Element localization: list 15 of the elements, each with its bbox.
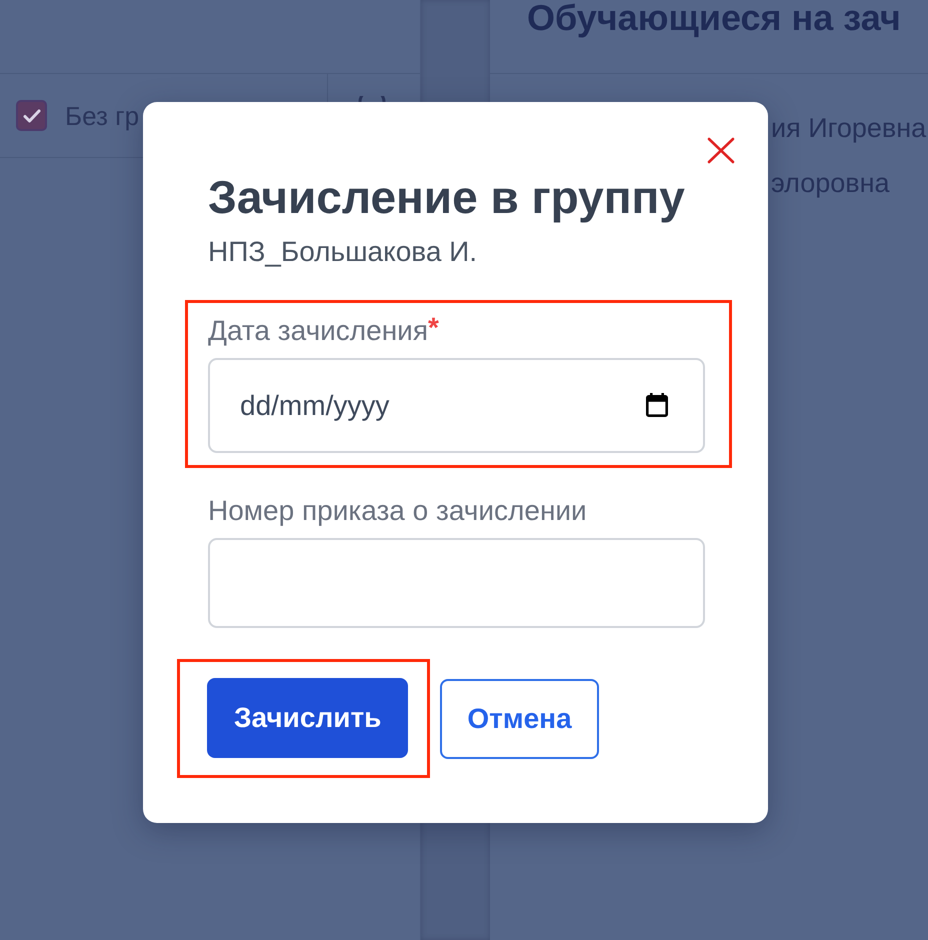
panel-title: Обучающиеся на зач (527, 0, 901, 36)
check-icon (22, 108, 40, 124)
calendar-icon[interactable] (646, 393, 668, 417)
field-label: Номер приказа о зачислении (208, 494, 587, 528)
cancel-button[interactable]: Отмена (440, 678, 599, 758)
checkbox[interactable] (16, 100, 47, 131)
input-field[interactable] (208, 538, 705, 628)
date-field[interactable]: dd/mm/yyyy (208, 358, 705, 453)
dialog-title: Зачисление в группу (208, 174, 685, 220)
close-icon (707, 137, 735, 164)
required-mark: * (428, 313, 439, 343)
close-button[interactable] (707, 137, 735, 164)
dialog-subtitle: НПЗ_Большакова И. (208, 235, 478, 269)
submit-button[interactable]: Зачислить (207, 678, 408, 758)
field-label: Дата зачисления (208, 314, 428, 348)
